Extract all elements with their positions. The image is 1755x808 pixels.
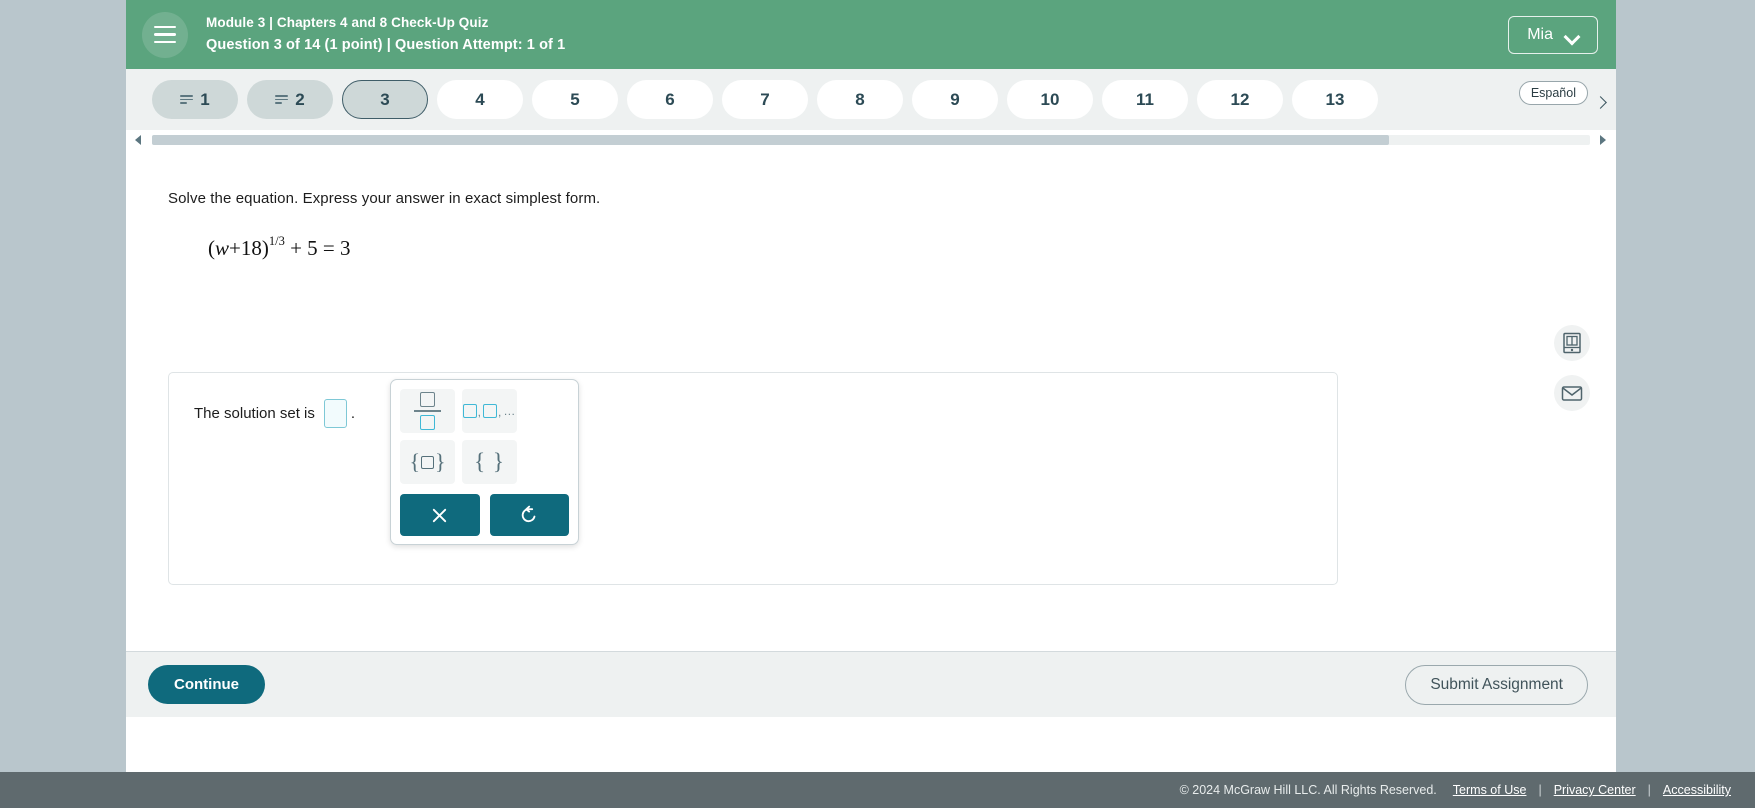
answer-card: The solution set is . , , … {} {} [168, 372, 1338, 585]
question-pill-label: 2 [295, 89, 305, 109]
question-pill-label: 9 [950, 89, 960, 109]
answer-row: The solution set is . [194, 399, 355, 428]
submit-assignment-button[interactable]: Submit Assignment [1405, 664, 1588, 705]
book-icon [1563, 332, 1581, 354]
ebook-button[interactable] [1554, 325, 1590, 361]
triangle-right-icon[interactable] [1596, 133, 1610, 147]
utility-rail [1554, 325, 1590, 411]
undo-button[interactable] [489, 494, 569, 536]
question-pill-5[interactable]: 5 [532, 80, 618, 119]
user-menu-button[interactable]: Mia [1508, 15, 1598, 54]
question-pill-4[interactable]: 4 [437, 80, 523, 119]
footer-separator: | [1647, 783, 1651, 797]
answered-lines-icon [275, 94, 289, 105]
equation-variable: w [215, 236, 230, 260]
close-x-icon [433, 508, 447, 522]
equation-close-paren: ) [261, 236, 269, 260]
chevron-right-icon[interactable] [1592, 93, 1612, 113]
terms-of-use-link[interactable]: Terms of Use [1453, 783, 1527, 797]
espanol-toggle-button[interactable]: Español [1518, 81, 1588, 105]
question-nav: 1 2 3 4 5 6 7 8 9 10 11 12 13 Español [126, 69, 1616, 130]
fraction-icon [414, 392, 441, 430]
chevron-down-icon [1565, 31, 1579, 39]
answer-label-prefix: The solution set is [194, 405, 315, 422]
clear-button[interactable] [400, 494, 480, 536]
question-pill-label: 7 [760, 89, 770, 109]
undo-arrow-icon [522, 505, 536, 523]
page-footer: © 2024 McGraw Hill LLC. All Rights Reser… [0, 772, 1755, 808]
copyright-text: © 2024 McGraw Hill LLC. All Rights Reser… [1179, 783, 1437, 797]
answer-input[interactable] [323, 399, 347, 428]
question-pill-label: 11 [1136, 89, 1154, 109]
user-name-label: Mia [1527, 25, 1553, 43]
question-prompt: Solve the equation. Express your answer … [168, 190, 601, 207]
message-button[interactable] [1554, 375, 1590, 411]
question-pill-label: 12 [1230, 89, 1250, 109]
equation-tail: + 5 = 3 [290, 236, 351, 260]
scrollbar-thumb[interactable] [152, 135, 1389, 145]
question-pill-8[interactable]: 8 [817, 80, 903, 119]
equation-display: (w+18)1/3 + 5 = 3 [208, 229, 1616, 261]
question-pill-9[interactable]: 9 [912, 80, 998, 119]
scrollbar-groove[interactable] [152, 135, 1590, 145]
question-pill-3[interactable]: 3 [342, 80, 428, 119]
quiz-page-frame: Module 3 | Chapters 4 and 8 Check-Up Qui… [126, 0, 1616, 808]
accessibility-link[interactable]: Accessibility [1663, 783, 1731, 797]
question-pill-label: 10 [1040, 89, 1060, 109]
fraction-key[interactable] [400, 389, 455, 433]
question-pill-track: 1 2 3 4 5 6 7 8 9 10 11 12 13 [152, 69, 1387, 130]
math-palette-actions [400, 494, 569, 536]
answer-label-suffix: . [350, 405, 356, 422]
comma-list-key[interactable]: ,,… [462, 389, 517, 433]
equation-constant: 18 [240, 236, 262, 260]
question-pill-label: 4 [475, 89, 485, 109]
empty-set-icon: { } [474, 449, 505, 474]
equation-exponent: 1/3 [268, 234, 285, 248]
question-pill-12[interactable]: 12 [1197, 80, 1283, 119]
question-pill-11[interactable]: 11 [1102, 80, 1188, 119]
continue-button[interactable]: Continue [148, 665, 265, 704]
privacy-center-link[interactable]: Privacy Center [1554, 783, 1636, 797]
equation-open-paren: ( [208, 236, 215, 260]
comma-list-icon: ,,… [462, 404, 517, 418]
action-bar: Continue Submit Assignment [126, 651, 1616, 717]
math-palette-keys: ,,… {} { } [400, 389, 569, 484]
question-pill-label: 8 [855, 89, 865, 109]
question-pill-label: 1 [200, 89, 210, 109]
question-pill-6[interactable]: 6 [627, 80, 713, 119]
triangle-left-icon[interactable] [132, 133, 146, 147]
question-pill-label: 6 [665, 89, 675, 109]
empty-set-key[interactable]: { } [462, 440, 517, 484]
footer-separator: | [1538, 783, 1542, 797]
answered-lines-icon [180, 94, 194, 105]
question-pill-label: 5 [570, 89, 580, 109]
header-titles: Module 3 | Chapters 4 and 8 Check-Up Qui… [206, 15, 565, 55]
question-pill-2[interactable]: 2 [247, 80, 333, 119]
hamburger-icon[interactable] [142, 11, 188, 58]
question-nav-scrollbar[interactable] [126, 130, 1616, 150]
question-progress: Question 3 of 14 (1 point) | Question At… [206, 37, 566, 54]
question-pill-label: 3 [380, 89, 390, 109]
set-braces-key[interactable]: {} [400, 440, 455, 484]
question-pill-1[interactable]: 1 [152, 80, 238, 119]
question-pill-10[interactable]: 10 [1007, 80, 1093, 119]
course-title: Module 3 | Chapters 4 and 8 Check-Up Qui… [206, 14, 489, 30]
question-content: Solve the equation. Express your answer … [126, 150, 1616, 651]
set-braces-icon: {} [409, 449, 446, 474]
question-pill-7[interactable]: 7 [722, 80, 808, 119]
question-pill-label: 13 [1325, 89, 1345, 109]
question-pill-13[interactable]: 13 [1292, 80, 1378, 119]
equation-plus: + [229, 236, 241, 260]
envelope-icon [1561, 385, 1583, 401]
app-header: Module 3 | Chapters 4 and 8 Check-Up Qui… [126, 0, 1616, 69]
math-palette-popup: ,,… {} { } [390, 379, 579, 545]
